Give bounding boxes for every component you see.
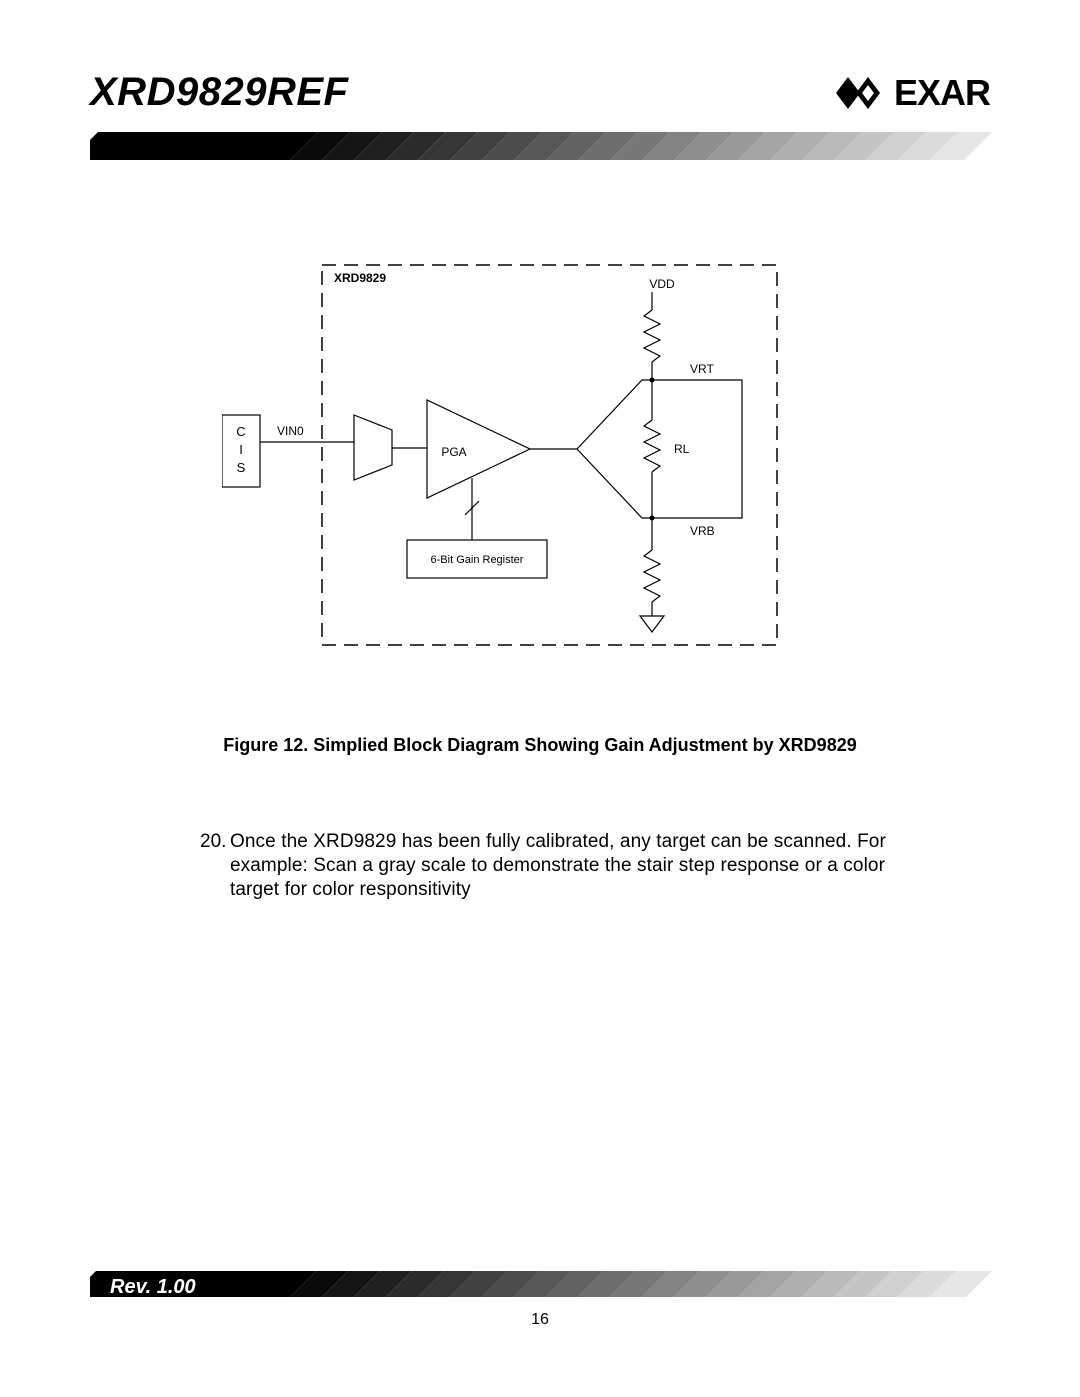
revision-label: Rev. 1.00 <box>110 1276 196 1299</box>
svg-text:6-Bit Gain Register: 6-Bit Gain Register <box>431 554 524 566</box>
page-number: 16 <box>531 1311 549 1329</box>
svg-text:C: C <box>236 424 245 439</box>
svg-text:PGA: PGA <box>441 445 466 459</box>
brand-name: EXAR <box>894 72 990 114</box>
svg-text:RL: RL <box>674 442 690 456</box>
svg-text:S: S <box>237 460 246 475</box>
block-diagram-figure: XRD9829 C I S VIN0 PGA 6-Bit Gain Regist… <box>222 260 782 660</box>
page-header: XRD9829REF EXAR <box>90 70 990 115</box>
body-paragraph: 20.Once the XRD9829 has been fully calib… <box>200 830 920 901</box>
svg-text:VIN0: VIN0 <box>277 424 304 438</box>
footer-stripe-icon <box>90 1271 992 1297</box>
list-number: 20. <box>200 830 230 854</box>
svg-text:VRT: VRT <box>690 362 714 376</box>
brand-logo: EXAR <box>836 72 990 114</box>
header-stripe-icon <box>90 132 992 160</box>
list-text: Once the XRD9829 has been fully calibrat… <box>230 830 910 901</box>
svg-text:VDD: VDD <box>649 277 675 291</box>
chip-label: XRD9829 <box>334 271 386 285</box>
svg-text:VRB: VRB <box>690 524 715 538</box>
figure-caption: Figure 12. Simplied Block Diagram Showin… <box>0 735 1080 756</box>
svg-text:I: I <box>239 442 243 457</box>
logo-mark-icon <box>836 77 886 109</box>
